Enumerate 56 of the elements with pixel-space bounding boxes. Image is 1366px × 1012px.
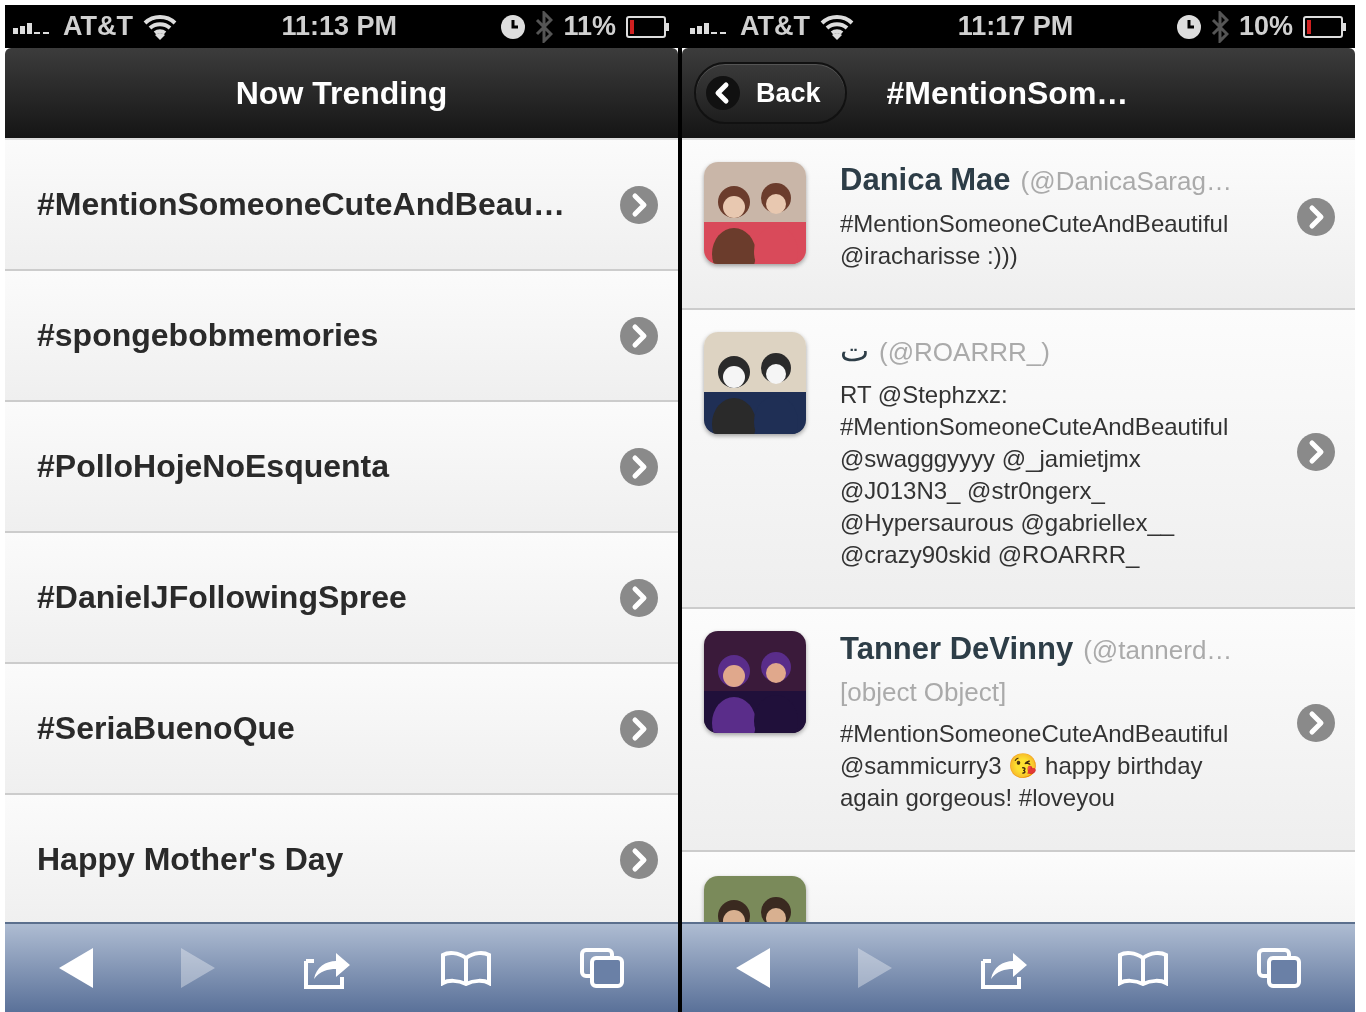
user-handle: (@DanicaSarag… (1020, 166, 1232, 197)
tweet-text: #MentionSomeoneCuteAndBeautiful @iracharisse :))) (840, 209, 1230, 271)
trend-label: #spongebobmemories (37, 317, 380, 354)
clock-icon (501, 14, 526, 39)
trend-row[interactable]: #DanielJFollowingSpree (5, 533, 678, 664)
chevron-icon[interactable] (1297, 703, 1335, 742)
back-chevron-icon (706, 76, 740, 110)
battery-percent: 10% (1238, 11, 1293, 42)
trend-row[interactable]: #SeriaBuenoQue (5, 664, 678, 795)
pages-button[interactable] (1257, 948, 1302, 988)
user-handle: (@ROARRR_) (879, 337, 1050, 368)
trend-label: #SeriaBuenoQue (37, 710, 296, 747)
tweet-text: #MentionSomeoneCuteAndBeautiful @sammicurry3 😘 happy birthday again gorgeous! #loveyou (840, 719, 1230, 813)
trend-row[interactable]: #PolloHojeNoEsquenta (5, 402, 678, 533)
carrier-name: AT&T (63, 11, 133, 42)
pages-button[interactable] (580, 948, 625, 988)
trend-label: #DanielJFollowingSpree (37, 579, 408, 616)
chevron-icon[interactable] (1297, 198, 1335, 236)
clock-icon (1176, 14, 1201, 39)
trend-row[interactable]: #MentionSomeoneCuteAndBeau… (5, 140, 678, 271)
wifi-icon (820, 13, 854, 40)
user-handle: (@tannerd… (1083, 635, 1233, 666)
tweet-text: RT @Stephzxz: #MentionSomeoneCuteAndBeautiful @swagggyyyy @_jamietjmx @J013N3_ @str0ngerx_ @Hypersaurous @gabriellex__ @crazy90skid @ROARRR_ (840, 380, 1230, 570)
back-button[interactable] (735, 948, 770, 988)
user-name: Tanner DeVinny (840, 631, 1074, 667)
battery-icon (626, 15, 670, 38)
user-name: Danica Mae (840, 162, 1011, 198)
trend-label: #MentionSomeoneCuteAndBeau… (37, 186, 567, 223)
bluetooth-icon (535, 10, 554, 43)
battery-icon (1303, 15, 1347, 38)
battery-percent: 11% (563, 11, 616, 42)
trend-label: Happy Mother's Day (37, 841, 345, 878)
chevron-icon[interactable] (1297, 432, 1335, 471)
back-button[interactable]: Back (694, 62, 847, 124)
bookmarks-button[interactable] (440, 950, 493, 986)
trend-label: #PolloHojeNoEsquenta (37, 448, 391, 485)
status-time: 11:13 PM (280, 11, 398, 42)
chevron-icon[interactable] (620, 316, 658, 355)
tweet-row[interactable]: Tanner DeVinny (@tannerd… [object Object] #MentionSomeoneCuteAndBeautiful @sammicurry3 😘 happy birthday again gorgeous! #loveyou (682, 609, 1355, 852)
chevron-icon[interactable] (620, 709, 658, 748)
chevron-icon[interactable] (620, 840, 658, 879)
user-name: ت (840, 332, 869, 369)
nav-title: #MentionSom… (886, 74, 1129, 112)
chevron-icon[interactable] (620, 578, 658, 617)
chevron-icon[interactable] (620, 447, 658, 486)
carrier-name: AT&T (740, 11, 810, 42)
bluetooth-icon (1210, 10, 1229, 43)
tweet-note: [object Object] (840, 677, 1008, 708)
back-button[interactable] (58, 948, 93, 988)
status-time: 11:17 PM (956, 11, 1075, 42)
wifi-icon (143, 13, 177, 40)
nav-title: Now Trending (234, 74, 449, 112)
tweet-row[interactable]: Danica Mae (@DanicaSarag… #MentionSomeoneCuteAndBeautiful @iracharisse :))) (682, 140, 1355, 310)
bookmarks-button[interactable] (1117, 950, 1170, 986)
chevron-icon[interactable] (620, 185, 658, 224)
trend-row[interactable]: #spongebobmemories (5, 271, 678, 402)
